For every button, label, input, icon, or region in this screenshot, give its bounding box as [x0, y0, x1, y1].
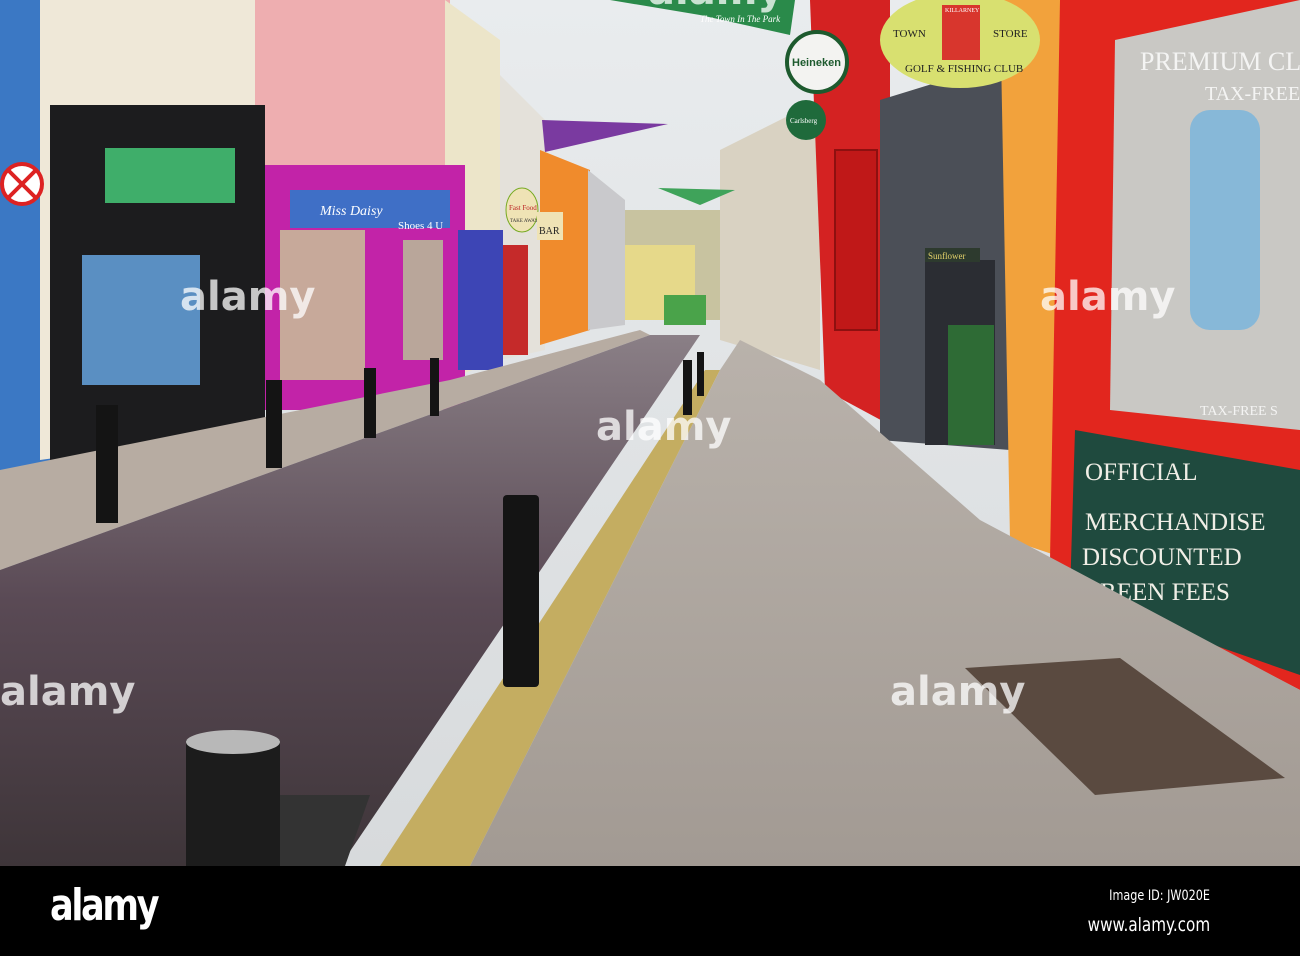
- shopfront-blue: [458, 230, 503, 370]
- shopfront-red: [503, 245, 528, 355]
- heineken-text: Heineken: [792, 57, 841, 69]
- premium-club-text: PREMIUM CLUB: [1140, 47, 1300, 76]
- bollard: [266, 380, 282, 468]
- image-id: Image ID: JW020E: [1109, 888, 1210, 904]
- watermark: alamy: [596, 404, 731, 450]
- bollard: [697, 352, 704, 396]
- shop-sign-shoes: Shoes 4 U: [398, 220, 443, 232]
- footer-bar: alamy Image ID: JW020E www.alamy.com: [0, 866, 1300, 956]
- building-orange: [540, 150, 590, 345]
- watermark: alamy: [0, 669, 135, 715]
- watermark: alamy: [1040, 274, 1175, 320]
- bollard: [364, 368, 376, 438]
- golf-club-text: GOLF & FISHING CLUB: [905, 63, 1023, 75]
- merchandise-text: MERCHANDISE: [1085, 509, 1266, 536]
- tax-free-text: TAX-FREE: [1205, 83, 1300, 105]
- bollard: [96, 405, 118, 523]
- carlsberg-text: Carlsberg: [790, 117, 818, 125]
- store-text: STORE: [993, 28, 1028, 40]
- official-text: OFFICIAL: [1085, 459, 1198, 486]
- mannequin: [1190, 110, 1260, 330]
- banner-text: The Town In The Park: [700, 14, 781, 24]
- shop-sign-miss-daisy: Miss Daisy: [319, 204, 383, 219]
- take-away-text: TAKE AWAY: [510, 219, 538, 224]
- fast-food-text: Fast Food: [509, 204, 537, 212]
- website-link[interactable]: www.alamy.com: [1087, 914, 1210, 936]
- sunflower-text: Sunflower: [928, 251, 966, 261]
- watermark: alamy: [648, 0, 783, 14]
- tax-free-lower-text: TAX-FREE S: [1200, 404, 1278, 419]
- shop-sign-green: [105, 148, 235, 203]
- green-bin: [948, 325, 994, 445]
- alamy-logo: alamy: [50, 880, 160, 931]
- watermark: alamy: [180, 274, 315, 320]
- bar-text: BAR: [539, 226, 560, 237]
- street-photo: Miss Daisy Shoes 4 U Fast Food TAKE AWAY…: [0, 0, 1300, 866]
- discounted-text: DISCOUNTED: [1082, 544, 1242, 571]
- killarney-text: KILLARNEY: [945, 8, 980, 14]
- bollard-front: [186, 740, 280, 866]
- bollard-front-cap: [186, 730, 280, 754]
- red-window-grid: [834, 149, 878, 331]
- town-text: TOWN: [893, 28, 926, 40]
- bollard: [503, 495, 539, 687]
- shop-window-magenta-2: [403, 240, 443, 360]
- bollard: [430, 358, 439, 416]
- distant-shop-green: [664, 295, 706, 325]
- watermark: alamy: [890, 669, 1025, 715]
